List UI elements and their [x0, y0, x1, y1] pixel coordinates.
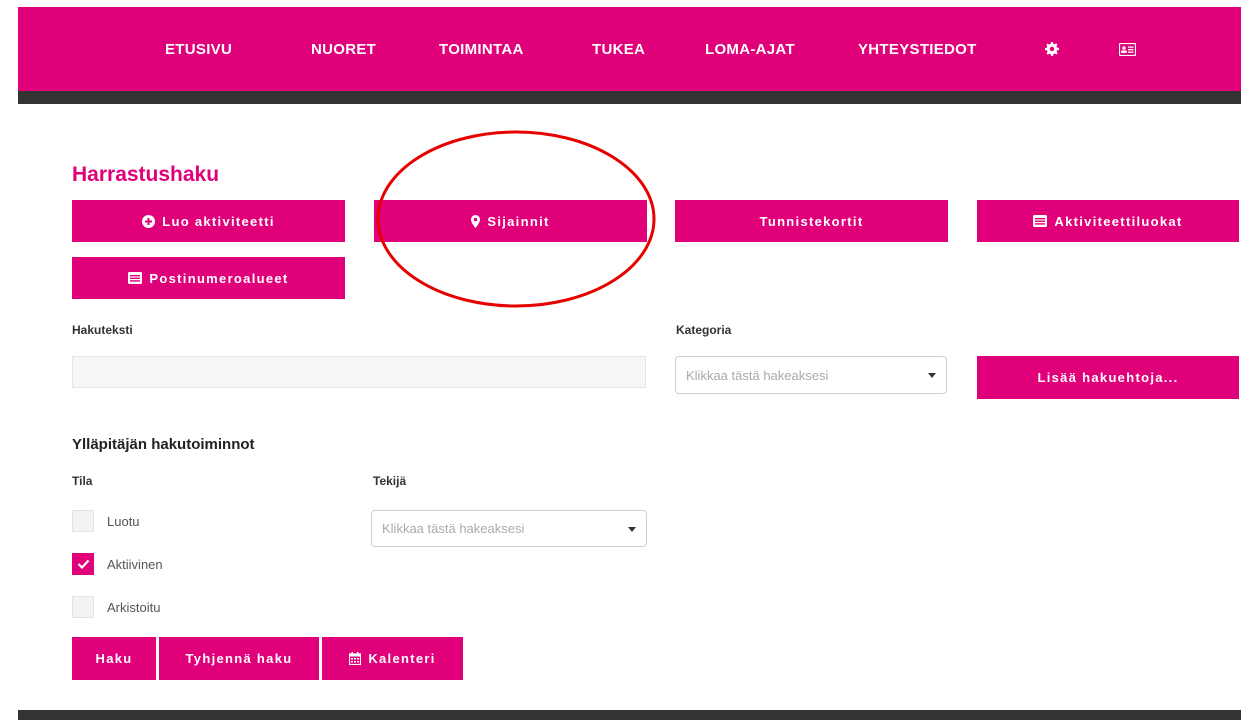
list-alt-icon — [1033, 215, 1048, 227]
checkbox-label: Arkistoitu — [107, 599, 161, 615]
postal-areas-label: Postinumeroalueet — [149, 270, 289, 286]
checkbox[interactable] — [72, 553, 94, 575]
calendar-label: Kalenteri — [368, 651, 436, 666]
caret-down-icon — [928, 373, 936, 378]
category-label: Kategoria — [676, 323, 732, 337]
create-activity-button[interactable]: Luo aktiviteetti — [72, 200, 345, 242]
state-checkbox-aktiivinen[interactable]: Aktiivinen — [72, 553, 163, 575]
checkbox[interactable] — [72, 510, 94, 532]
locations-button[interactable]: Sijainnit — [374, 200, 647, 242]
id-cards-button[interactable]: Tunnistekortit — [675, 200, 948, 242]
nav-item-toimintaa[interactable]: TOIMINTAA — [439, 7, 524, 91]
nav-item-tukea[interactable]: TUKEA — [592, 7, 645, 91]
postal-areas-button[interactable]: Postinumeroalueet — [72, 257, 345, 299]
clear-search-button[interactable]: Tyhjennä haku — [159, 637, 319, 680]
search-button-label: Haku — [95, 651, 133, 666]
author-label: Tekijä — [373, 474, 407, 488]
locations-label: Sijainnit — [487, 213, 550, 229]
state-checkbox-arkistoitu[interactable]: Arkistoitu — [72, 596, 160, 618]
map-marker-icon — [471, 214, 481, 228]
list-alt-icon — [128, 272, 143, 284]
activity-categories-label: Aktiviteettiluokat — [1054, 213, 1183, 229]
page-title: Harrastushaku — [72, 163, 220, 186]
calendar-icon — [349, 652, 362, 665]
activity-categories-button[interactable]: Aktiviteettiluokat — [977, 200, 1239, 242]
clear-search-label: Tyhjennä haku — [185, 651, 293, 666]
state-checkbox-luotu[interactable]: Luotu — [72, 510, 140, 532]
id-card-icon[interactable] — [1119, 7, 1136, 91]
checkbox-label: Aktiivinen — [107, 556, 163, 572]
search-text-label: Hakuteksti — [72, 323, 133, 337]
nav-item-etusivu[interactable]: ETUSIVU — [165, 7, 232, 91]
author-select[interactable]: Klikkaa tästä hakeaksesi — [371, 510, 647, 547]
more-criteria-label: Lisää hakuehtoja... — [1037, 370, 1179, 385]
navigation-underline — [18, 91, 1241, 104]
gear-icon[interactable] — [1045, 7, 1059, 91]
category-select-placeholder: Klikkaa tästä hakeaksesi — [686, 367, 829, 383]
check-icon — [77, 559, 89, 569]
nav-item-loma-ajat[interactable]: LOMA-AJAT — [705, 7, 795, 91]
id-cards-label: Tunnistekortit — [759, 213, 864, 229]
state-label: Tila — [72, 474, 93, 488]
calendar-button[interactable]: Kalenteri — [322, 637, 463, 680]
checkbox-label: Luotu — [107, 513, 140, 529]
nav-item-yhteystiedot[interactable]: YHTEYSTIEDOT — [858, 7, 977, 91]
create-activity-label: Luo aktiviteetti — [162, 213, 275, 229]
plus-circle-icon — [142, 214, 156, 228]
more-criteria-button[interactable]: Lisää hakuehtoja... — [977, 356, 1239, 399]
search-text-input[interactable] — [72, 356, 646, 388]
author-select-placeholder: Klikkaa tästä hakeaksesi — [382, 521, 525, 536]
category-select[interactable]: Klikkaa tästä hakeaksesi — [675, 356, 947, 394]
admin-search-title: Ylläpitäjän hakutoiminnot — [72, 436, 255, 453]
checkbox[interactable] — [72, 596, 94, 618]
search-button[interactable]: Haku — [72, 637, 156, 680]
nav-item-nuoret[interactable]: NUORET — [311, 7, 376, 91]
footer-bar — [18, 710, 1241, 720]
caret-down-icon — [628, 526, 636, 532]
